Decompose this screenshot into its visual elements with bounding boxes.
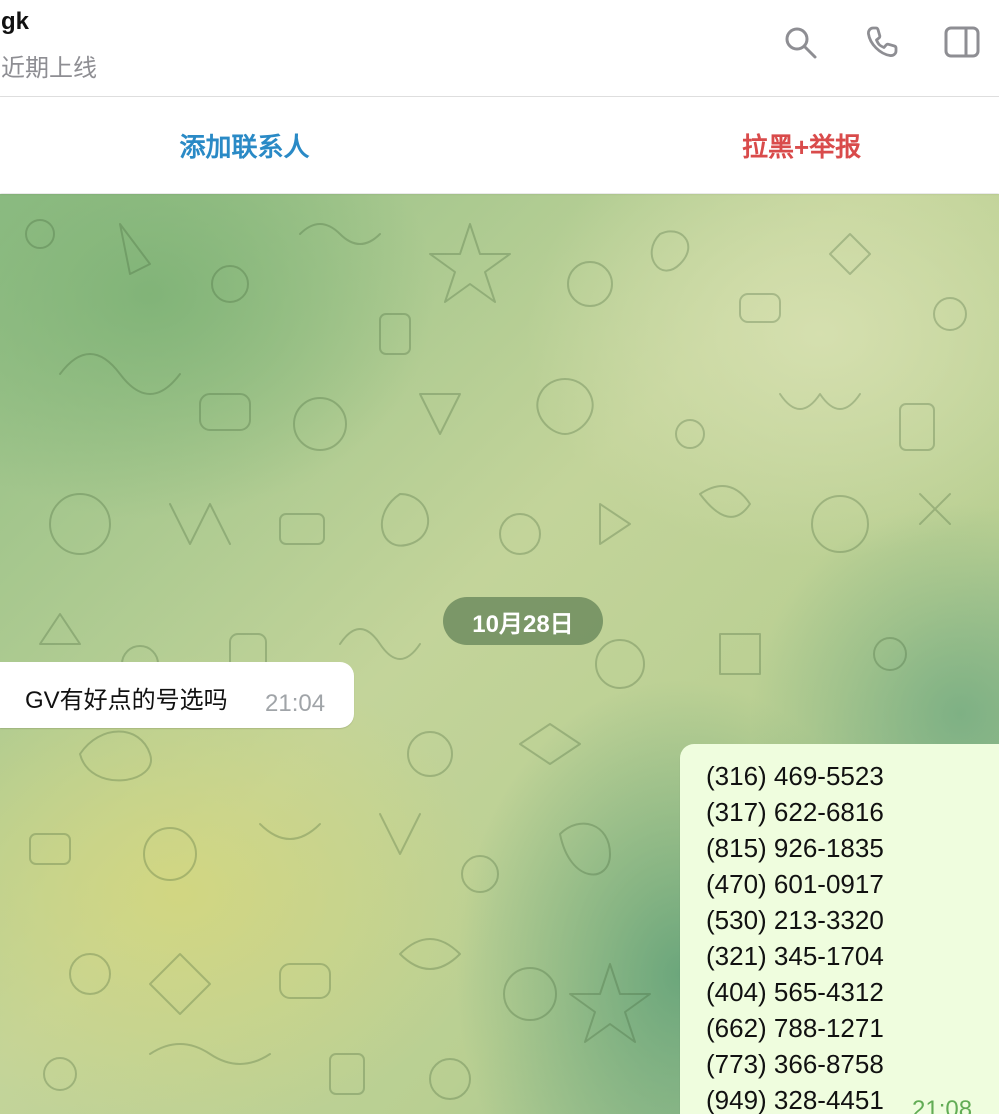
call-button[interactable] xyxy=(862,22,902,62)
chat-area[interactable]: 10月28日 GV有好点的号选吗 21:04 (316) 469-5523 (3… xyxy=(0,194,999,1114)
phone-number-line: (316) 469-5523 xyxy=(706,761,884,791)
outgoing-message[interactable]: (316) 469-5523 (317) 622-6816 (815) 926-… xyxy=(680,744,999,1114)
incoming-message[interactable]: GV有好点的号选吗 21:04 xyxy=(0,662,354,728)
phone-number-line: (662) 788-1271 xyxy=(706,1013,884,1043)
phone-number-line: (470) 601-0917 xyxy=(706,869,884,899)
contact-action-bar: 添加联系人 拉黑+举报 xyxy=(0,97,999,193)
phone-icon xyxy=(867,26,898,57)
phone-number-line: (773) 366-8758 xyxy=(706,1049,884,1079)
phone-number-line: (949) 328-4451 xyxy=(706,1085,884,1114)
sidebar-toggle-button[interactable] xyxy=(942,22,982,62)
sidebar-toggle-icon xyxy=(944,26,980,58)
chat-title[interactable]: gk xyxy=(1,8,29,36)
message-time: 21:04 xyxy=(265,690,326,717)
phone-number-line: (317) 622-6816 xyxy=(706,797,884,827)
phone-number-line: (530) 213-3320 xyxy=(706,905,884,935)
block-report-button[interactable]: 拉黑+举报 xyxy=(552,97,999,193)
add-contact-button[interactable]: 添加联系人 xyxy=(0,97,494,193)
chat-header: gk 近期上线 xyxy=(0,0,999,97)
message-time: 21:08 xyxy=(912,1096,973,1114)
phone-number-line: (404) 565-4312 xyxy=(706,977,884,1007)
message-text: GV有好点的号选吗 xyxy=(25,687,228,714)
search-button[interactable] xyxy=(780,22,820,62)
search-icon xyxy=(785,27,817,59)
date-separator: 10月28日 xyxy=(443,597,603,645)
phone-number-line: (321) 345-1704 xyxy=(706,941,884,971)
phone-number-line: (815) 926-1835 xyxy=(706,833,884,863)
phone-number-list: (316) 469-5523 (317) 622-6816 (815) 926-… xyxy=(706,758,884,1114)
chat-status: 近期上线 xyxy=(1,55,97,82)
